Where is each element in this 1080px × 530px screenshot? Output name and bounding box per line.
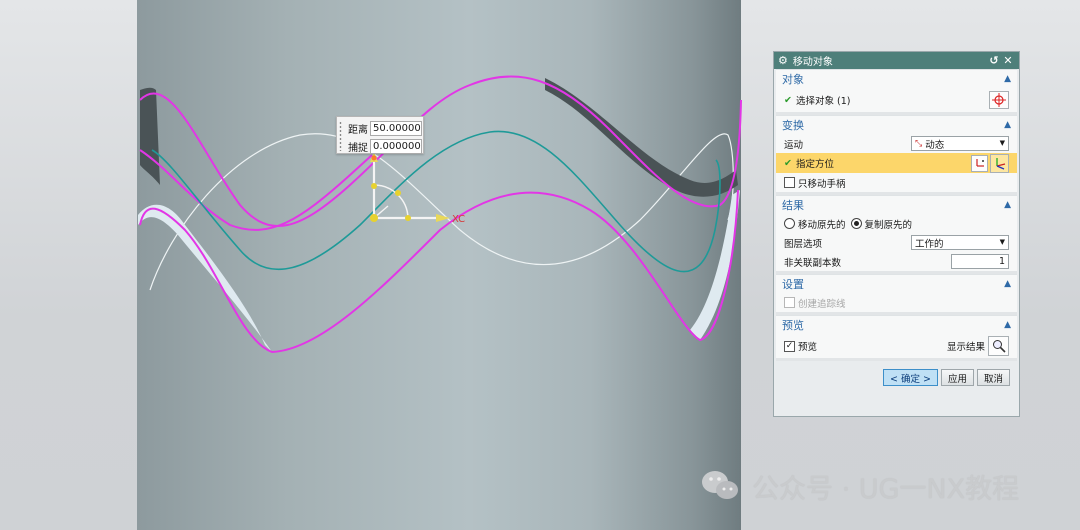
collapse-icon[interactable]: ▲ [1004, 200, 1011, 210]
create-trace-checkbox [784, 297, 795, 308]
wechat-logo-icon [702, 471, 738, 499]
csys-manipulator-button[interactable] [990, 153, 1009, 173]
section-settings: 设置 ▲ 创建追踪线 [776, 274, 1017, 315]
section-settings-title: 设置 [782, 278, 804, 291]
move-handle-only-checkbox[interactable] [784, 177, 795, 188]
section-transform-title: 变换 [782, 119, 804, 132]
apply-button[interactable]: 应用 [940, 369, 974, 386]
section-preview-header[interactable]: 预览 ▲ [776, 315, 1017, 334]
cancel-button[interactable]: 取消 [976, 369, 1010, 386]
section-result-header[interactable]: 结果 ▲ [776, 195, 1017, 214]
motion-row: 运动 ⤡ 动态 ▼ [776, 134, 1017, 153]
motion-label: 运动 [784, 139, 804, 151]
preview-row: ✓ 预览 显示结果 [776, 334, 1017, 358]
result-mode-row: 移动原先的 复制原先的 [776, 214, 1017, 233]
copy-original-radio[interactable] [850, 218, 862, 229]
motion-select-value: 动态 [925, 139, 945, 151]
create-trace-label: 创建追踪线 [798, 298, 846, 310]
section-object-title: 对象 [782, 73, 804, 86]
close-icon[interactable]: ✕ [1001, 54, 1015, 67]
magnifier-icon [992, 340, 1006, 353]
section-object-header[interactable]: 对象 ▲ [776, 69, 1017, 88]
select-object-label: 选择对象 (1) [795, 96, 851, 107]
move-handle-only-row[interactable]: 只移动手柄 [776, 173, 1017, 192]
move-original-radio[interactable] [784, 218, 795, 229]
collapse-icon[interactable]: ▲ [1004, 74, 1011, 84]
watermark: 公众号 · UG一NX教程 [700, 466, 1019, 506]
layer-option-label: 图层选项 [784, 238, 823, 250]
preview-checkbox[interactable]: ✓ [784, 340, 795, 352]
distance-input[interactable]: 50.000000 [370, 120, 422, 136]
nonassoc-copies-row: 非关联副本数 1 [776, 252, 1017, 271]
ok-button[interactable]: < 确定 > [883, 369, 938, 386]
drag-grip-icon[interactable] [339, 121, 342, 151]
distance-label: 距离 [348, 124, 368, 136]
preview-label: 预览 [798, 342, 818, 353]
csys-dialog-icon [975, 159, 984, 167]
watermark-text: 公众号 · UG一NX教程 [752, 473, 1020, 505]
nonassoc-copies-label: 非关联副本数 [784, 257, 842, 269]
chevron-down-icon: ▼ [999, 238, 1005, 246]
nonassoc-copies-input[interactable]: 1 [951, 254, 1009, 269]
section-preview: 预览 ▲ ✓ 预览 显示结果 [776, 315, 1017, 361]
layer-option-value: 工作的 [915, 238, 944, 250]
collapse-icon[interactable]: ▲ [1004, 120, 1011, 130]
csys-manipulator-icon [995, 158, 1005, 170]
specify-orientation-row[interactable]: ✔ 指定方位 [776, 153, 1017, 173]
check-icon: ✔ [784, 157, 792, 169]
dialog-buttons: < 确定 > 应用 取消 [774, 361, 1019, 386]
create-trace-row: 创建追踪线 [776, 293, 1017, 312]
specify-orientation-label: 指定方位 [795, 159, 834, 170]
move-handle-only-label: 只移动手柄 [798, 178, 846, 190]
layer-option-row: 图层选项 工作的 ▼ [776, 233, 1017, 252]
dialog-title: 移动对象 [792, 57, 833, 68]
select-object-row[interactable]: ✔ 选择对象 (1) [776, 88, 1017, 112]
csys-dialog-button[interactable] [971, 154, 988, 172]
chevron-down-icon: ▼ [999, 139, 1005, 147]
move-original-label: 移动原先的 [798, 219, 846, 231]
dynamic-motion-icon: ⤡ [915, 138, 923, 149]
copy-original-label: 复制原先的 [864, 219, 913, 231]
move-object-dialog: ⚙ 移动对象 ↺ ✕ 对象 ▲ ✔ 选择对象 (1) 变换 ▲ 运动 ⤡ 动态 … [773, 51, 1020, 417]
crosshair-select-button[interactable] [989, 91, 1009, 109]
layer-option-select[interactable]: 工作的 ▼ [911, 235, 1009, 250]
section-transform-header[interactable]: 变换 ▲ [776, 115, 1017, 134]
section-result-title: 结果 [782, 199, 804, 212]
motion-select[interactable]: ⤡ 动态 ▼ [911, 136, 1009, 151]
section-preview-title: 预览 [782, 319, 804, 332]
show-result-button[interactable] [988, 336, 1009, 356]
cylinder-body [137, 0, 741, 530]
section-transform: 变换 ▲ 运动 ⤡ 动态 ▼ ✔ 指定方位 只移动手柄 [776, 115, 1017, 195]
check-icon: ✔ [784, 94, 792, 106]
section-settings-header[interactable]: 设置 ▲ [776, 274, 1017, 293]
dialog-title-bar[interactable]: ⚙ 移动对象 ↺ ✕ [774, 52, 1019, 69]
snap-input[interactable]: 0.000000 [370, 138, 422, 154]
dynamic-input-box: 距离 50.000000 捕捉 0.000000 [336, 116, 424, 154]
collapse-icon[interactable]: ▲ [1004, 279, 1011, 289]
show-result-label: 显示结果 [946, 342, 985, 353]
section-object: 对象 ▲ ✔ 选择对象 (1) [776, 69, 1017, 115]
crosshair-icon [992, 93, 1006, 107]
snap-label: 捕捉 [348, 142, 368, 154]
collapse-icon[interactable]: ▲ [1004, 320, 1011, 330]
gear-icon[interactable]: ⚙ [778, 54, 788, 67]
xc-axis-label: XC [452, 214, 465, 225]
reset-icon[interactable]: ↺ [987, 54, 1001, 67]
section-result: 结果 ▲ 移动原先的 复制原先的 图层选项 工作的 ▼ 非关联副本数 1 [776, 195, 1017, 274]
